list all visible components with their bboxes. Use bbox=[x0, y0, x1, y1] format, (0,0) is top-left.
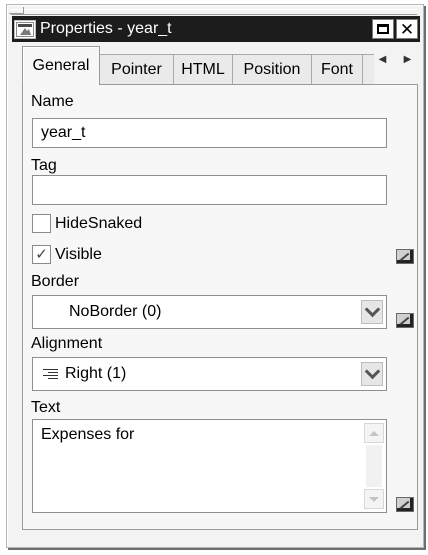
visible-expression-button[interactable] bbox=[396, 249, 414, 264]
name-value: year_t bbox=[41, 124, 86, 141]
text-value: Expenses for bbox=[41, 426, 135, 443]
text-scrollbar[interactable] bbox=[364, 423, 384, 509]
border-label: Border bbox=[31, 273, 80, 290]
hidesnaked-row: HideSnaked bbox=[32, 214, 142, 233]
tab-scroll-buttons: ◀ ▶ bbox=[370, 47, 420, 71]
scroll-track[interactable] bbox=[366, 445, 382, 487]
visible-checkbox[interactable]: ✓ bbox=[32, 245, 51, 264]
tab-general[interactable]: General bbox=[22, 46, 100, 85]
text-label: Text bbox=[31, 399, 61, 416]
text-expression-button[interactable] bbox=[396, 497, 414, 512]
tab-scroll-left-icon[interactable]: ◀ bbox=[379, 54, 387, 65]
general-panel: Name year_t Tag HideSnaked ✓ Visible Bor… bbox=[22, 84, 418, 530]
name-field[interactable]: year_t bbox=[32, 118, 387, 148]
tab-position[interactable]: Position bbox=[232, 54, 312, 84]
window-notch bbox=[9, 7, 24, 14]
tag-label: Tag bbox=[31, 157, 57, 174]
alignment-select[interactable]: Right (1) bbox=[32, 357, 387, 391]
title-buttons: ✕ bbox=[372, 19, 418, 39]
scroll-up-icon[interactable] bbox=[364, 423, 384, 443]
window-grip[interactable] bbox=[11, 9, 417, 15]
tab-html[interactable]: HTML bbox=[173, 54, 233, 84]
tag-field[interactable] bbox=[32, 175, 387, 205]
window-title: Properties - year_t bbox=[40, 20, 172, 37]
hidesnaked-label: HideSnaked bbox=[55, 214, 143, 232]
tab-scroll-right-icon[interactable]: ▶ bbox=[404, 54, 412, 65]
border-value: NoBorder (0) bbox=[69, 303, 162, 320]
border-expression-button[interactable] bbox=[396, 313, 414, 328]
tab-pointer[interactable]: Pointer bbox=[99, 54, 174, 84]
align-right-icon bbox=[43, 368, 58, 380]
tab-font[interactable]: Font bbox=[311, 54, 363, 84]
check-icon: ✓ bbox=[35, 246, 48, 263]
alignment-display: Right (1) bbox=[33, 365, 126, 383]
screen: Properties - year_t ✕ General Pointer HT… bbox=[0, 0, 428, 555]
scroll-down-icon[interactable] bbox=[364, 489, 384, 509]
properties-window-icon bbox=[14, 19, 36, 39]
visible-row: ✓ Visible bbox=[32, 245, 102, 264]
name-label: Name bbox=[31, 93, 74, 110]
hidesnaked-checkbox[interactable] bbox=[32, 214, 51, 233]
tab-strip: General Pointer HTML Position Font ◀ ▶ bbox=[22, 46, 422, 85]
close-icon[interactable]: ✕ bbox=[396, 19, 418, 39]
chevron-down-icon[interactable] bbox=[361, 300, 383, 324]
text-area[interactable]: Expenses for bbox=[32, 419, 387, 513]
visible-label: Visible bbox=[55, 245, 102, 263]
title-bar[interactable]: Properties - year_t ✕ bbox=[12, 16, 420, 42]
restore-icon[interactable] bbox=[372, 19, 394, 39]
alignment-label: Alignment bbox=[31, 335, 103, 352]
alignment-value: Right (1) bbox=[65, 365, 127, 382]
chevron-down-icon[interactable] bbox=[361, 362, 383, 386]
border-select[interactable]: NoBorder (0) bbox=[32, 295, 387, 329]
